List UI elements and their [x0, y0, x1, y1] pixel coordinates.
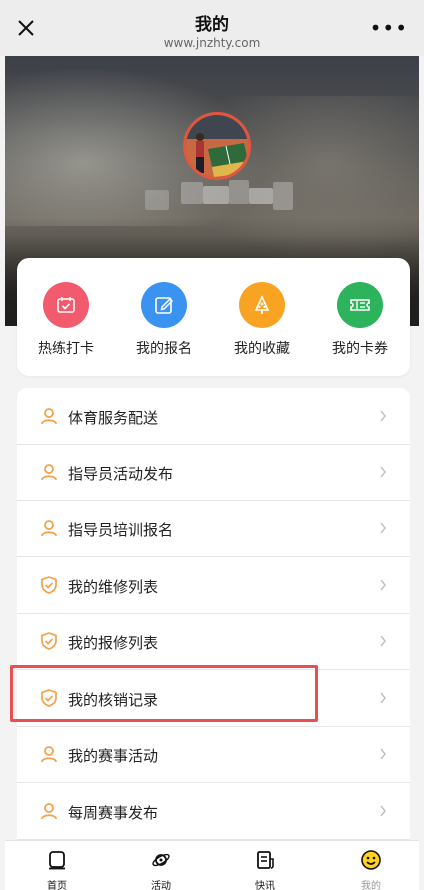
- user-icon: [41, 746, 57, 763]
- calendar-check-icon: [43, 282, 89, 328]
- menu-item-label: 我的报修列表: [68, 634, 159, 652]
- user-icon: [41, 803, 57, 820]
- nav-news[interactable]: 快讯: [235, 849, 295, 890]
- tree-icon: [239, 282, 285, 328]
- bottom-nav: 首页 活动 快讯 我的: [5, 840, 419, 890]
- quick-action-label: 热练打卡: [38, 341, 94, 357]
- chevron-right-icon: [380, 579, 386, 591]
- chevron-right-icon: [380, 522, 386, 534]
- news-icon: [257, 851, 274, 869]
- highlight-box: [10, 665, 318, 722]
- chevron-right-icon: [380, 410, 386, 422]
- activity-icon: [152, 853, 170, 867]
- user-icon: [41, 520, 57, 537]
- nav-activity[interactable]: 活动: [131, 849, 191, 890]
- quick-actions-card: 热练打卡 我的报名 我的收藏 我的卡券: [17, 258, 410, 376]
- menu-item-my-events[interactable]: 我的赛事活动: [17, 726, 410, 783]
- avatar[interactable]: [183, 112, 251, 180]
- nav-label: 活动: [151, 881, 171, 890]
- menu-item-label: 我的维修列表: [68, 578, 159, 596]
- menu-list: 体育服务配送 指导员活动发布 指导员培训报名 我的维修列表 我的报修列表 我的核…: [17, 388, 410, 840]
- nav-label: 我的: [361, 881, 381, 890]
- chevron-right-icon: [380, 805, 386, 817]
- menu-item-label: 指导员活动发布: [68, 465, 174, 483]
- shield-check-icon: [41, 576, 57, 594]
- quick-action-coupons[interactable]: 我的卡券: [315, 282, 405, 358]
- top-bar: 我的 www.jnzhty.com •••: [0, 0, 424, 56]
- quick-action-label: 我的卡券: [332, 341, 388, 357]
- chevron-right-icon: [380, 466, 386, 478]
- nav-label: 快讯: [255, 881, 275, 890]
- nav-home[interactable]: 首页: [27, 849, 87, 890]
- chevron-right-icon: [380, 748, 386, 760]
- edit-icon: [141, 282, 187, 328]
- smiley-icon: [361, 850, 381, 870]
- menu-item-instructor-training[interactable]: 指导员培训报名: [17, 500, 410, 557]
- page-title: 我的: [195, 15, 229, 35]
- menu-item-repair-list[interactable]: 我的维修列表: [17, 557, 410, 614]
- nav-mine[interactable]: 我的: [341, 849, 401, 890]
- page-url: www.jnzhty.com: [163, 36, 261, 50]
- menu-item-instructor-activity[interactable]: 指导员活动发布: [17, 444, 410, 501]
- quick-action-favorites[interactable]: 我的收藏: [217, 282, 307, 358]
- home-icon: [49, 851, 65, 870]
- menu-item-report-repair-list[interactable]: 我的报修列表: [17, 613, 410, 670]
- chevron-right-icon: [380, 635, 386, 647]
- user-icon: [41, 464, 57, 481]
- menu-item-sports-service[interactable]: 体育服务配送: [17, 388, 410, 445]
- user-icon: [41, 408, 57, 425]
- menu-item-label: 每周赛事发布: [68, 804, 159, 822]
- chevron-right-icon: [380, 692, 386, 704]
- menu-item-label: 体育服务配送: [68, 409, 159, 427]
- quick-action-signup[interactable]: 我的报名: [119, 282, 209, 358]
- ticket-icon: [337, 282, 383, 328]
- shield-check-icon: [41, 632, 57, 650]
- menu-item-label: 指导员培训报名: [68, 521, 174, 539]
- nav-label: 首页: [47, 881, 67, 890]
- menu-item-label: 我的赛事活动: [68, 747, 159, 765]
- quick-action-label: 我的报名: [136, 341, 192, 357]
- menu-item-weekly-events[interactable]: 每周赛事发布: [17, 783, 410, 840]
- quick-action-label: 我的收藏: [234, 341, 290, 357]
- more-options-icon[interactable]: •••: [370, 18, 408, 38]
- username-blurred: [145, 178, 315, 212]
- quick-action-checkin[interactable]: 热练打卡: [21, 282, 111, 358]
